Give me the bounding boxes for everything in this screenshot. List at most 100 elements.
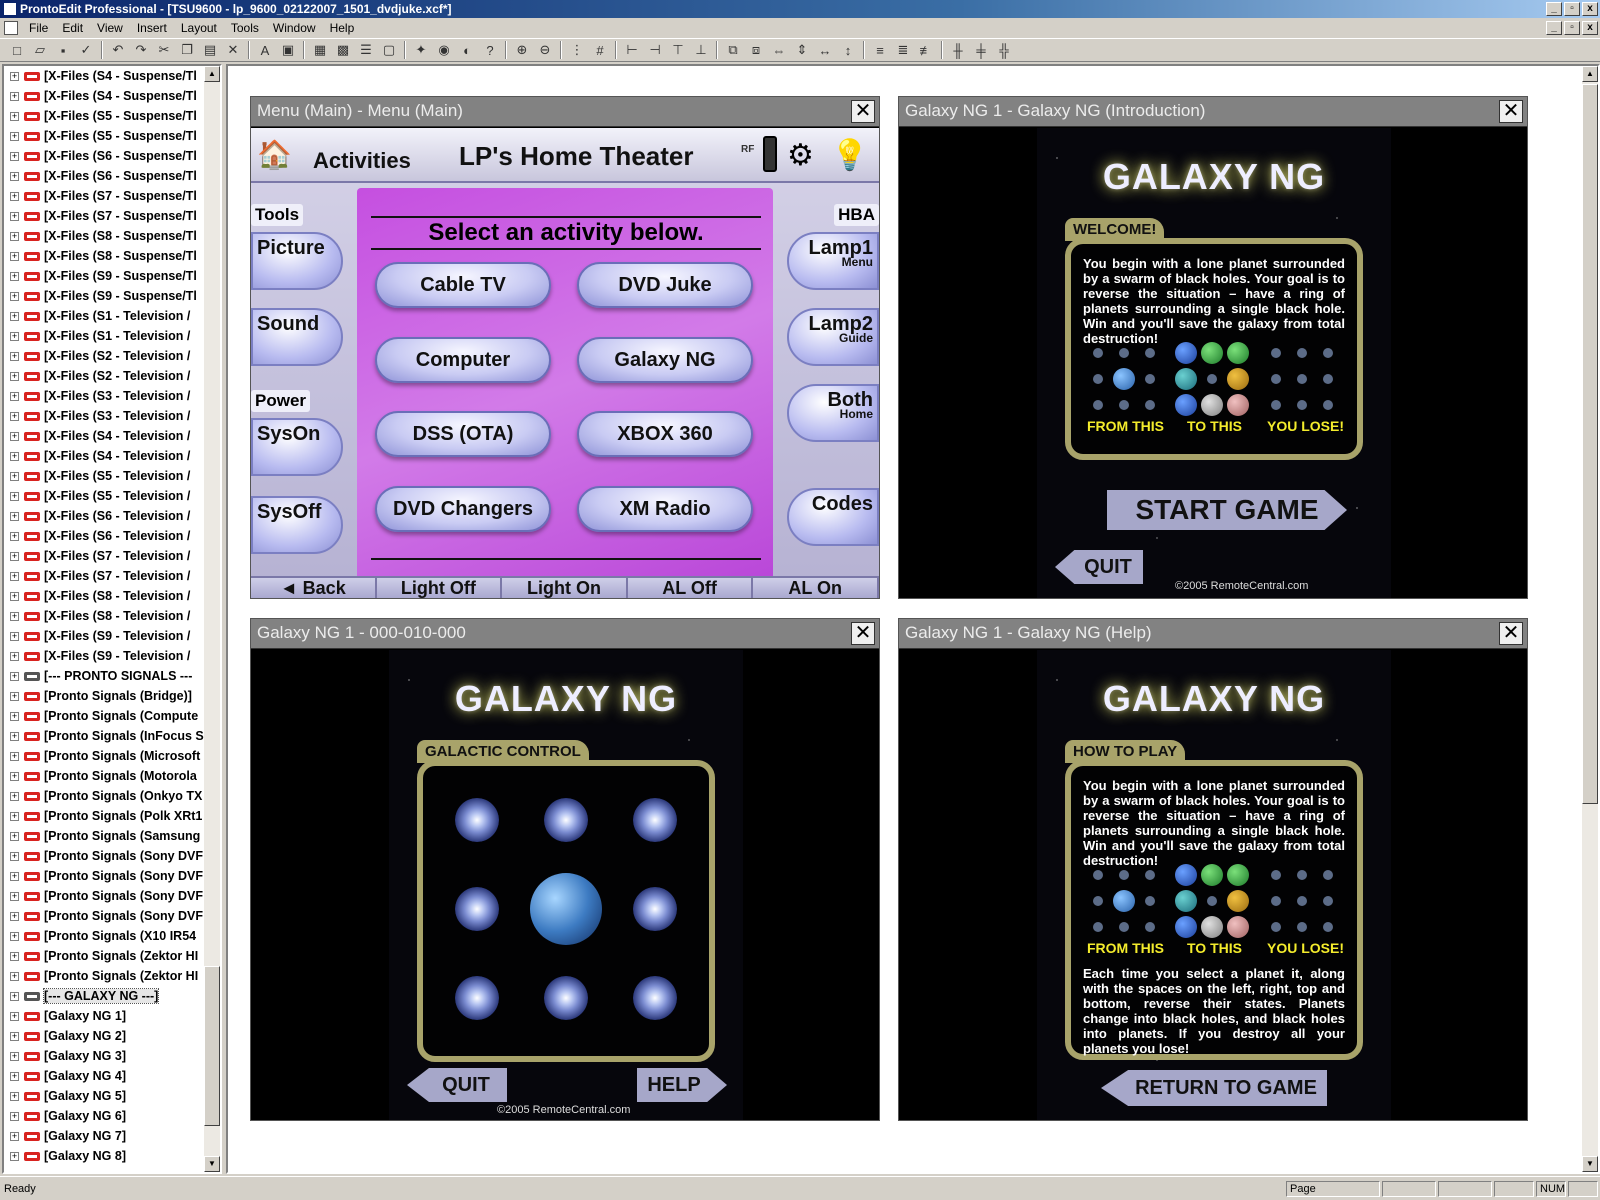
black-hole-icon[interactable] (544, 976, 588, 1020)
menu-view[interactable]: View (90, 18, 130, 38)
black-hole-icon[interactable] (455, 887, 499, 931)
tree-item[interactable]: + [X-Files (S9 - Television / (4, 626, 220, 646)
expand-icon[interactable]: + (10, 412, 19, 421)
tree-item[interactable]: + [Pronto Signals (Bridge)] (4, 686, 220, 706)
panel-title[interactable]: Galaxy NG 1 - 000-010-000 ✕ (251, 619, 879, 649)
expand-icon[interactable]: + (10, 612, 19, 621)
expand-icon[interactable]: + (10, 432, 19, 441)
tree-item[interactable]: + [X-Files (S5 - Television / (4, 466, 220, 486)
color-icon[interactable]: ◉ (433, 40, 455, 60)
expand-icon[interactable]: + (10, 1052, 19, 1061)
tree-item[interactable]: + [Pronto Signals (Microsoft (4, 746, 220, 766)
expand-icon[interactable]: + (10, 672, 19, 681)
lock-icon[interactable]: ╬ (993, 40, 1015, 60)
tree-item[interactable]: + [Pronto Signals (Sony DVF (4, 906, 220, 926)
align-bottom-icon[interactable]: ⊥ (690, 40, 712, 60)
tree-item[interactable]: + [Galaxy NG 1] (4, 1006, 220, 1026)
copy-icon[interactable]: ❐ (176, 40, 198, 60)
expand-icon[interactable]: + (10, 992, 19, 1001)
expand-icon[interactable]: + (10, 552, 19, 561)
tree-item[interactable]: + [Pronto Signals (Sony DVF (4, 866, 220, 886)
scroll-down-arrow[interactable]: ▼ (204, 1156, 220, 1172)
tree-item[interactable]: + [X-Files (S3 - Television / (4, 386, 220, 406)
expand-icon[interactable]: + (10, 592, 19, 601)
expand-icon[interactable]: + (10, 292, 19, 301)
tree-item[interactable]: + [Galaxy NG 8] (4, 1146, 220, 1166)
light-on-button[interactable]: Light On (502, 578, 628, 598)
align-right-icon[interactable]: ⊣ (644, 40, 666, 60)
expand-icon[interactable]: + (10, 1012, 19, 1021)
both-button[interactable]: Both Home (787, 384, 879, 442)
tools-icon[interactable]: ⚙ (787, 138, 814, 173)
group-icon[interactable]: ⧉ (722, 40, 744, 60)
expand-icon[interactable]: + (10, 112, 19, 121)
expand-icon[interactable]: + (10, 92, 19, 101)
expand-icon[interactable]: + (10, 1152, 19, 1161)
expand-icon[interactable]: + (10, 72, 19, 81)
open-icon[interactable]: ▱ (29, 40, 51, 60)
tree-item[interactable]: + [Pronto Signals (Sony DVF (4, 886, 220, 906)
panel-title[interactable]: Galaxy NG 1 - Galaxy NG (Help) ✕ (899, 619, 1527, 649)
expand-icon[interactable]: + (10, 732, 19, 741)
tree-item[interactable]: + [Galaxy NG 4] (4, 1066, 220, 1086)
align-top-icon[interactable]: ⊤ (667, 40, 689, 60)
redo-icon[interactable]: ↷ (130, 40, 152, 60)
expand-icon[interactable]: + (10, 532, 19, 541)
paste-icon[interactable]: ▤ (199, 40, 221, 60)
align-left-icon[interactable]: ⊢ (621, 40, 643, 60)
expand-icon[interactable]: + (10, 872, 19, 881)
al-off-button[interactable]: AL Off (628, 578, 754, 598)
panel-close-button[interactable]: ✕ (851, 622, 875, 645)
expand-icon[interactable]: + (10, 172, 19, 181)
doc-minimize-button[interactable]: _ (1546, 21, 1562, 35)
tree-item[interactable]: + [X-Files (S4 - Suspense/Tl (4, 66, 220, 86)
galaxy-ng-button[interactable]: Galaxy NG (577, 337, 753, 383)
save-icon[interactable]: ▪ (52, 40, 74, 60)
picture-button[interactable]: Picture (251, 232, 343, 290)
document-icon[interactable] (4, 21, 18, 35)
black-hole-icon[interactable] (633, 798, 677, 842)
tree-item[interactable]: + [Pronto Signals (Zektor HI (4, 966, 220, 986)
sysoff-button[interactable]: SysOff (251, 496, 343, 554)
tree-item[interactable]: + [Pronto Signals (Motorola (4, 766, 220, 786)
menu-edit[interactable]: Edit (55, 18, 90, 38)
panel-menu-main[interactable]: Menu (Main) - Menu (Main) ✕ 🏠 Activities … (250, 96, 880, 599)
doc-restore-button[interactable]: ▫ (1564, 21, 1580, 35)
expand-icon[interactable]: + (10, 812, 19, 821)
check-icon[interactable]: ✓ (75, 40, 97, 60)
al-on-button[interactable]: AL On (753, 578, 879, 598)
workspace-scrollbar[interactable]: ▲ ▼ (1582, 66, 1598, 1172)
expand-icon[interactable]: + (10, 312, 19, 321)
expand-icon[interactable]: + (10, 572, 19, 581)
tree-item[interactable]: + [X-Files (S7 - Suspense/Tl (4, 206, 220, 226)
tree-item[interactable]: + [Pronto Signals (Polk XRt1 (4, 806, 220, 826)
dss-ota-button[interactable]: DSS (OTA) (375, 411, 551, 457)
button-icon[interactable]: ▣ (277, 40, 299, 60)
tree-item[interactable]: + [X-Files (S8 - Television / (4, 606, 220, 626)
xm-radio-button[interactable]: XM Radio (577, 486, 753, 532)
quit-button[interactable]: QUIT (1055, 550, 1143, 584)
expand-icon[interactable]: + (10, 832, 19, 841)
tree-item[interactable]: + [X-Files (S8 - Suspense/Tl (4, 226, 220, 246)
space-v-icon[interactable]: ≣ (892, 40, 914, 60)
expand-icon[interactable]: + (10, 232, 19, 241)
expand-icon[interactable]: + (10, 272, 19, 281)
tree-item[interactable]: + [X-Files (S1 - Television / (4, 306, 220, 326)
sound-button[interactable]: Sound (251, 308, 343, 366)
tree-item[interactable]: + [X-Files (S6 - Suspense/Tl (4, 166, 220, 186)
tree-item[interactable]: + [Galaxy NG 5] (4, 1086, 220, 1106)
tree-item[interactable]: + [Pronto Signals (Samsung (4, 826, 220, 846)
restore-button[interactable]: ▫ (1564, 2, 1580, 16)
menu-insert[interactable]: Insert (130, 18, 174, 38)
expand-icon[interactable]: + (10, 392, 19, 401)
expand-icon[interactable]: + (10, 1132, 19, 1141)
expand-icon[interactable]: + (10, 752, 19, 761)
light-off-button[interactable]: Light Off (377, 578, 503, 598)
grid-icon[interactable]: ⋮ (566, 40, 588, 60)
expand-icon[interactable]: + (10, 332, 19, 341)
black-hole-icon[interactable] (455, 798, 499, 842)
close-button[interactable]: x (1582, 2, 1598, 16)
tree-item[interactable]: + [Pronto Signals (InFocus S (4, 726, 220, 746)
menu-layout[interactable]: Layout (174, 18, 224, 38)
codes-button[interactable]: Codes (787, 488, 879, 546)
